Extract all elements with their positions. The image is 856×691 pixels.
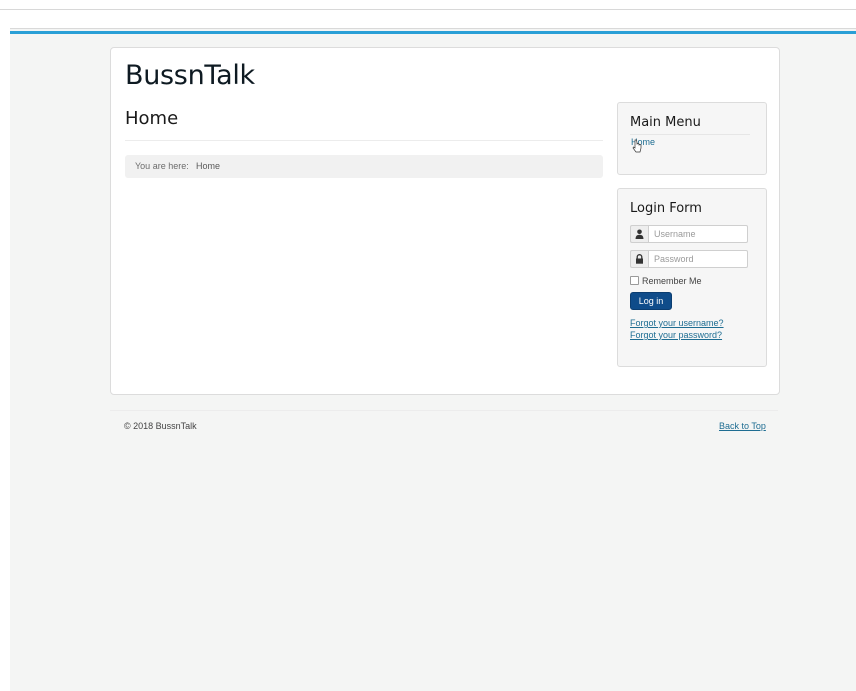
remember-me[interactable]: Remember Me	[630, 276, 702, 286]
browser-top-border	[0, 9, 856, 10]
username-input[interactable]	[648, 225, 748, 243]
title-divider	[125, 140, 603, 141]
username-group	[630, 225, 748, 243]
back-to-top-link[interactable]: Back to Top	[719, 421, 766, 431]
login-form-module: Login Form Username Remember Me Log in F…	[617, 188, 767, 367]
main-menu-title: Main Menu	[630, 115, 701, 130]
breadcrumb-current: Home	[196, 161, 221, 171]
accent-bar	[10, 31, 856, 34]
lock-icon	[630, 250, 648, 268]
page-viewport: BussnTalk Home You are here: Home Main M…	[10, 28, 856, 691]
forgot-username-link[interactable]: Forgot your username?	[630, 318, 724, 328]
remember-me-label: Remember Me	[642, 276, 702, 286]
password-input[interactable]	[648, 250, 748, 268]
footer-divider	[110, 410, 778, 411]
login-button[interactable]: Log in	[630, 292, 672, 310]
password-group	[630, 250, 748, 268]
user-icon	[630, 225, 648, 243]
breadcrumb-label: You are here:	[135, 161, 189, 171]
breadcrumb: You are here: Home	[125, 155, 603, 178]
main-menu-module: Main Menu Home	[617, 102, 767, 175]
page-title: Home	[125, 108, 179, 129]
mouse-pointer-icon	[632, 139, 642, 153]
footer-copyright: © 2018 BussnTalk	[124, 421, 197, 431]
main-container: BussnTalk Home You are here: Home Main M…	[110, 47, 780, 395]
remember-me-checkbox[interactable]	[630, 276, 639, 285]
forgot-password-link[interactable]: Forgot your password?	[630, 330, 722, 340]
login-form-title: Login Form	[630, 201, 702, 216]
site-title[interactable]: BussnTalk	[125, 60, 255, 91]
main-menu-divider	[630, 134, 750, 135]
